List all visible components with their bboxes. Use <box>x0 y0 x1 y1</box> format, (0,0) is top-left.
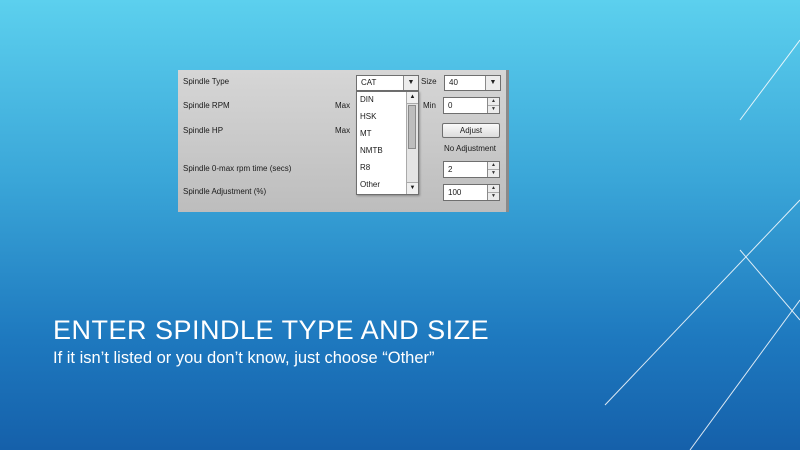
size-select[interactable]: 40 ▼ <box>444 75 501 91</box>
adjust-status-text: No Adjustment <box>444 144 497 153</box>
spindle-type-label: Spindle Type <box>183 77 230 86</box>
scrollbar-thumb[interactable] <box>408 105 416 149</box>
spindle-hp-max-label: Max <box>335 126 351 135</box>
chevron-down-icon[interactable]: ▼ <box>485 76 500 90</box>
spindle-rpm-min-label: Min <box>423 101 436 110</box>
dropdown-option[interactable]: HSK <box>360 111 376 123</box>
stepper-arrows-icon[interactable]: ▲ ▼ <box>487 98 499 113</box>
spindle-type-dropdown-list[interactable]: DIN HSK MT NMTB R8 Other ▲ ▼ <box>356 91 419 195</box>
dropdown-option[interactable]: MT <box>360 128 372 140</box>
slide-title: Enter Spindle Type and Size <box>53 315 490 345</box>
dropdown-option[interactable]: Other <box>360 179 380 191</box>
chevron-down-icon[interactable]: ▼ <box>403 76 418 90</box>
adjust-button[interactable]: Adjust <box>442 123 500 138</box>
slide-subtitle: If it isn’t listed or you don’t know, ju… <box>53 349 435 367</box>
size-label: Size <box>421 77 437 86</box>
spindle-settings-screenshot: Spindle Type CAT ▼ Size 40 ▼ Spindle RPM… <box>178 70 509 212</box>
stepper-arrows-icon[interactable]: ▲ ▼ <box>487 162 499 177</box>
size-value: 40 <box>449 78 458 87</box>
spindle-hp-label: Spindle HP <box>183 126 224 135</box>
spindle-time-label: Spindle 0-max rpm time (secs) <box>183 164 292 173</box>
spindle-type-value: CAT <box>361 78 377 87</box>
spindle-rpm-max-label: Max <box>335 101 351 110</box>
decorative-chevron-lines <box>604 39 800 450</box>
spindle-rpm-min-input[interactable]: 0 ▲ ▼ <box>443 97 500 114</box>
spindle-adjustment-value: 100 <box>448 188 462 197</box>
spindle-time-input[interactable]: 2 ▲ ▼ <box>443 161 500 178</box>
scroll-down-icon[interactable]: ▼ <box>407 182 418 194</box>
spindle-adjustment-label: Spindle Adjustment (%) <box>183 187 267 196</box>
dropdown-scrollbar[interactable]: ▲ ▼ <box>406 92 418 194</box>
dropdown-option[interactable]: R8 <box>360 162 370 174</box>
spindle-rpm-label: Spindle RPM <box>183 101 230 110</box>
spindle-rpm-min-value: 0 <box>448 101 453 110</box>
spindle-adjustment-input[interactable]: 100 ▲ ▼ <box>443 184 500 201</box>
dropdown-option[interactable]: DIN <box>360 94 374 106</box>
scroll-up-icon[interactable]: ▲ <box>407 92 418 104</box>
spindle-time-value: 2 <box>448 165 453 174</box>
stepper-arrows-icon[interactable]: ▲ ▼ <box>487 185 499 200</box>
dropdown-option[interactable]: NMTB <box>360 145 383 157</box>
spindle-type-select[interactable]: CAT ▼ <box>356 75 419 91</box>
